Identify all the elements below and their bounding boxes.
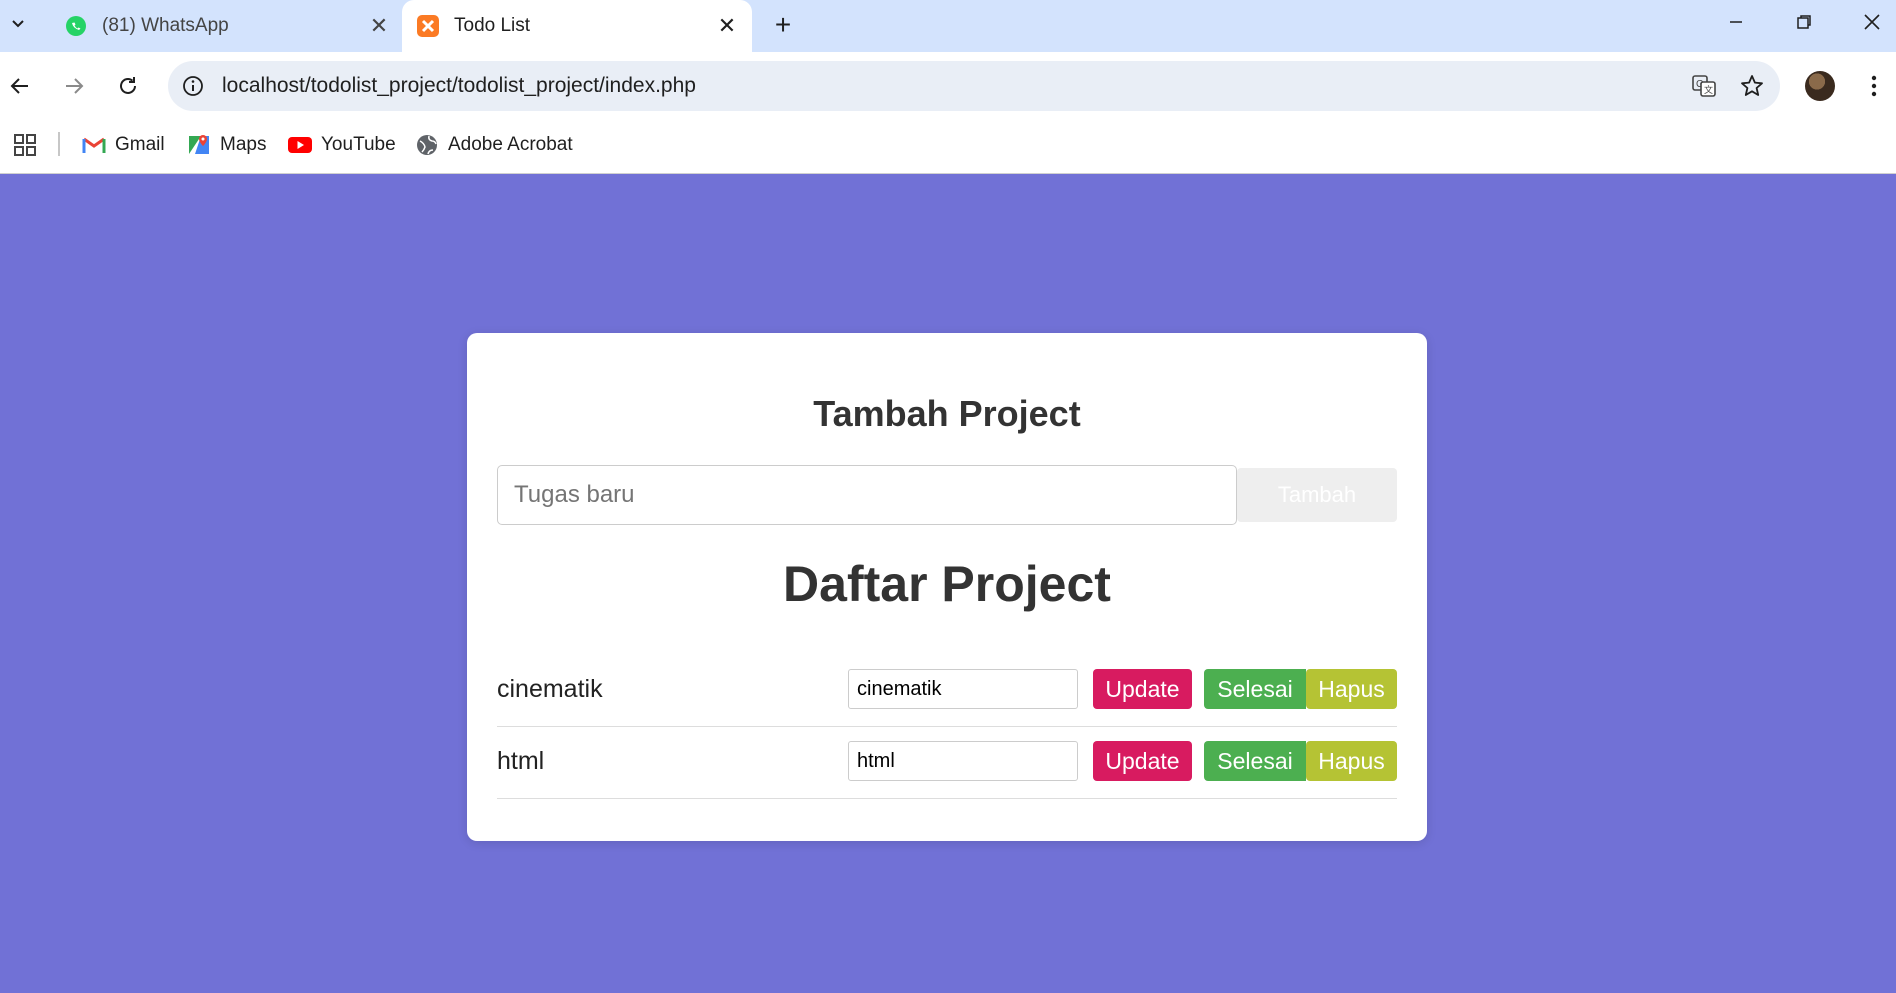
bookmark-star-icon[interactable] — [1732, 66, 1772, 106]
delete-button[interactable]: Hapus — [1306, 669, 1397, 709]
list-item: cinematik Update Selesai Hapus — [497, 655, 1397, 727]
chevron-down-icon — [12, 20, 24, 28]
minimize-icon — [1730, 21, 1742, 23]
bookmark-gmail[interactable]: Gmail — [82, 128, 165, 162]
project-list-heading: Daftar Project — [783, 556, 1111, 612]
url-text[interactable]: localhost/todolist_project/todolist_proj… — [222, 74, 1684, 98]
task-name: html — [497, 747, 545, 775]
new-tab-button[interactable]: + — [766, 8, 800, 42]
gmail-icon — [82, 133, 106, 157]
bookmark-label: YouTube — [321, 134, 396, 155]
close-tab-icon[interactable]: ✕ — [712, 11, 742, 41]
maps-icon — [187, 133, 211, 157]
bookmark-label: Maps — [220, 134, 267, 155]
tab-todo-list[interactable]: Todo List ✕ — [402, 0, 752, 52]
profile-avatar[interactable] — [1805, 71, 1835, 101]
site-info-icon[interactable] — [180, 73, 206, 99]
back-arrow-icon — [10, 78, 28, 94]
update-button[interactable]: Update — [1093, 741, 1192, 781]
todo-card: Tambah Project Tambah Daftar Project cin… — [467, 333, 1427, 841]
svg-text:文: 文 — [1704, 84, 1713, 95]
forward-arrow-icon — [66, 78, 84, 94]
more-vert-icon — [1871, 75, 1877, 97]
bookmark-maps[interactable]: Maps — [187, 128, 266, 162]
task-edit-input[interactable] — [848, 669, 1078, 709]
browser-menu-button[interactable] — [1856, 68, 1892, 104]
task-name: cinematik — [497, 675, 603, 703]
delete-button[interactable]: Hapus — [1306, 741, 1397, 781]
plus-icon: + — [774, 9, 792, 40]
bookmarks-bar: Gmail Maps YouTube Adobe Acrobat — [0, 120, 1896, 174]
close-tab-icon[interactable]: ✕ — [364, 11, 394, 41]
done-button[interactable]: Selesai — [1204, 669, 1306, 709]
tab-whatsapp[interactable]: (81) WhatsApp ✕ — [50, 0, 404, 52]
bookmark-adobe-acrobat[interactable]: Adobe Acrobat — [415, 128, 573, 162]
tab-strip: (81) WhatsApp ✕ Todo List ✕ + — [0, 0, 1896, 52]
minimize-button[interactable] — [1708, 0, 1764, 44]
close-window-button[interactable] — [1844, 0, 1896, 44]
globe-icon — [415, 133, 439, 157]
restore-button[interactable] — [1776, 0, 1832, 44]
close-icon — [1864, 14, 1880, 30]
address-bar[interactable]: localhost/todolist_project/todolist_proj… — [168, 61, 1780, 111]
add-task-button[interactable]: Tambah — [1237, 468, 1397, 522]
tab-title: Todo List — [454, 15, 531, 36]
tab-title: (81) WhatsApp — [102, 15, 229, 36]
project-list: cinematik Update Selesai Hapus html Upda… — [497, 655, 1397, 799]
bookmark-youtube[interactable]: YouTube — [288, 128, 396, 162]
new-task-input[interactable] — [497, 465, 1237, 525]
tab-search-button[interactable] — [4, 6, 32, 42]
add-project-heading: Tambah Project — [813, 393, 1081, 434]
back-button[interactable] — [0, 66, 40, 106]
list-item: html Update Selesai Hapus — [497, 727, 1397, 799]
translate-icon[interactable]: G文 — [1684, 66, 1724, 106]
xampp-icon — [416, 14, 440, 38]
bookmark-label: Gmail — [115, 134, 165, 155]
update-button[interactable]: Update — [1093, 669, 1192, 709]
apps-grid-icon[interactable] — [12, 130, 40, 158]
done-button[interactable]: Selesai — [1204, 741, 1306, 781]
restore-icon — [1797, 15, 1811, 29]
reload-icon — [120, 77, 136, 94]
forward-button[interactable] — [54, 66, 94, 106]
reload-button[interactable] — [108, 66, 148, 106]
browser-toolbar: localhost/todolist_project/todolist_proj… — [0, 52, 1896, 120]
whatsapp-icon — [64, 14, 88, 38]
task-edit-input[interactable] — [848, 741, 1078, 781]
bookmark-label: Adobe Acrobat — [448, 134, 573, 155]
youtube-icon — [288, 133, 312, 157]
bookmarks-divider — [58, 132, 60, 156]
